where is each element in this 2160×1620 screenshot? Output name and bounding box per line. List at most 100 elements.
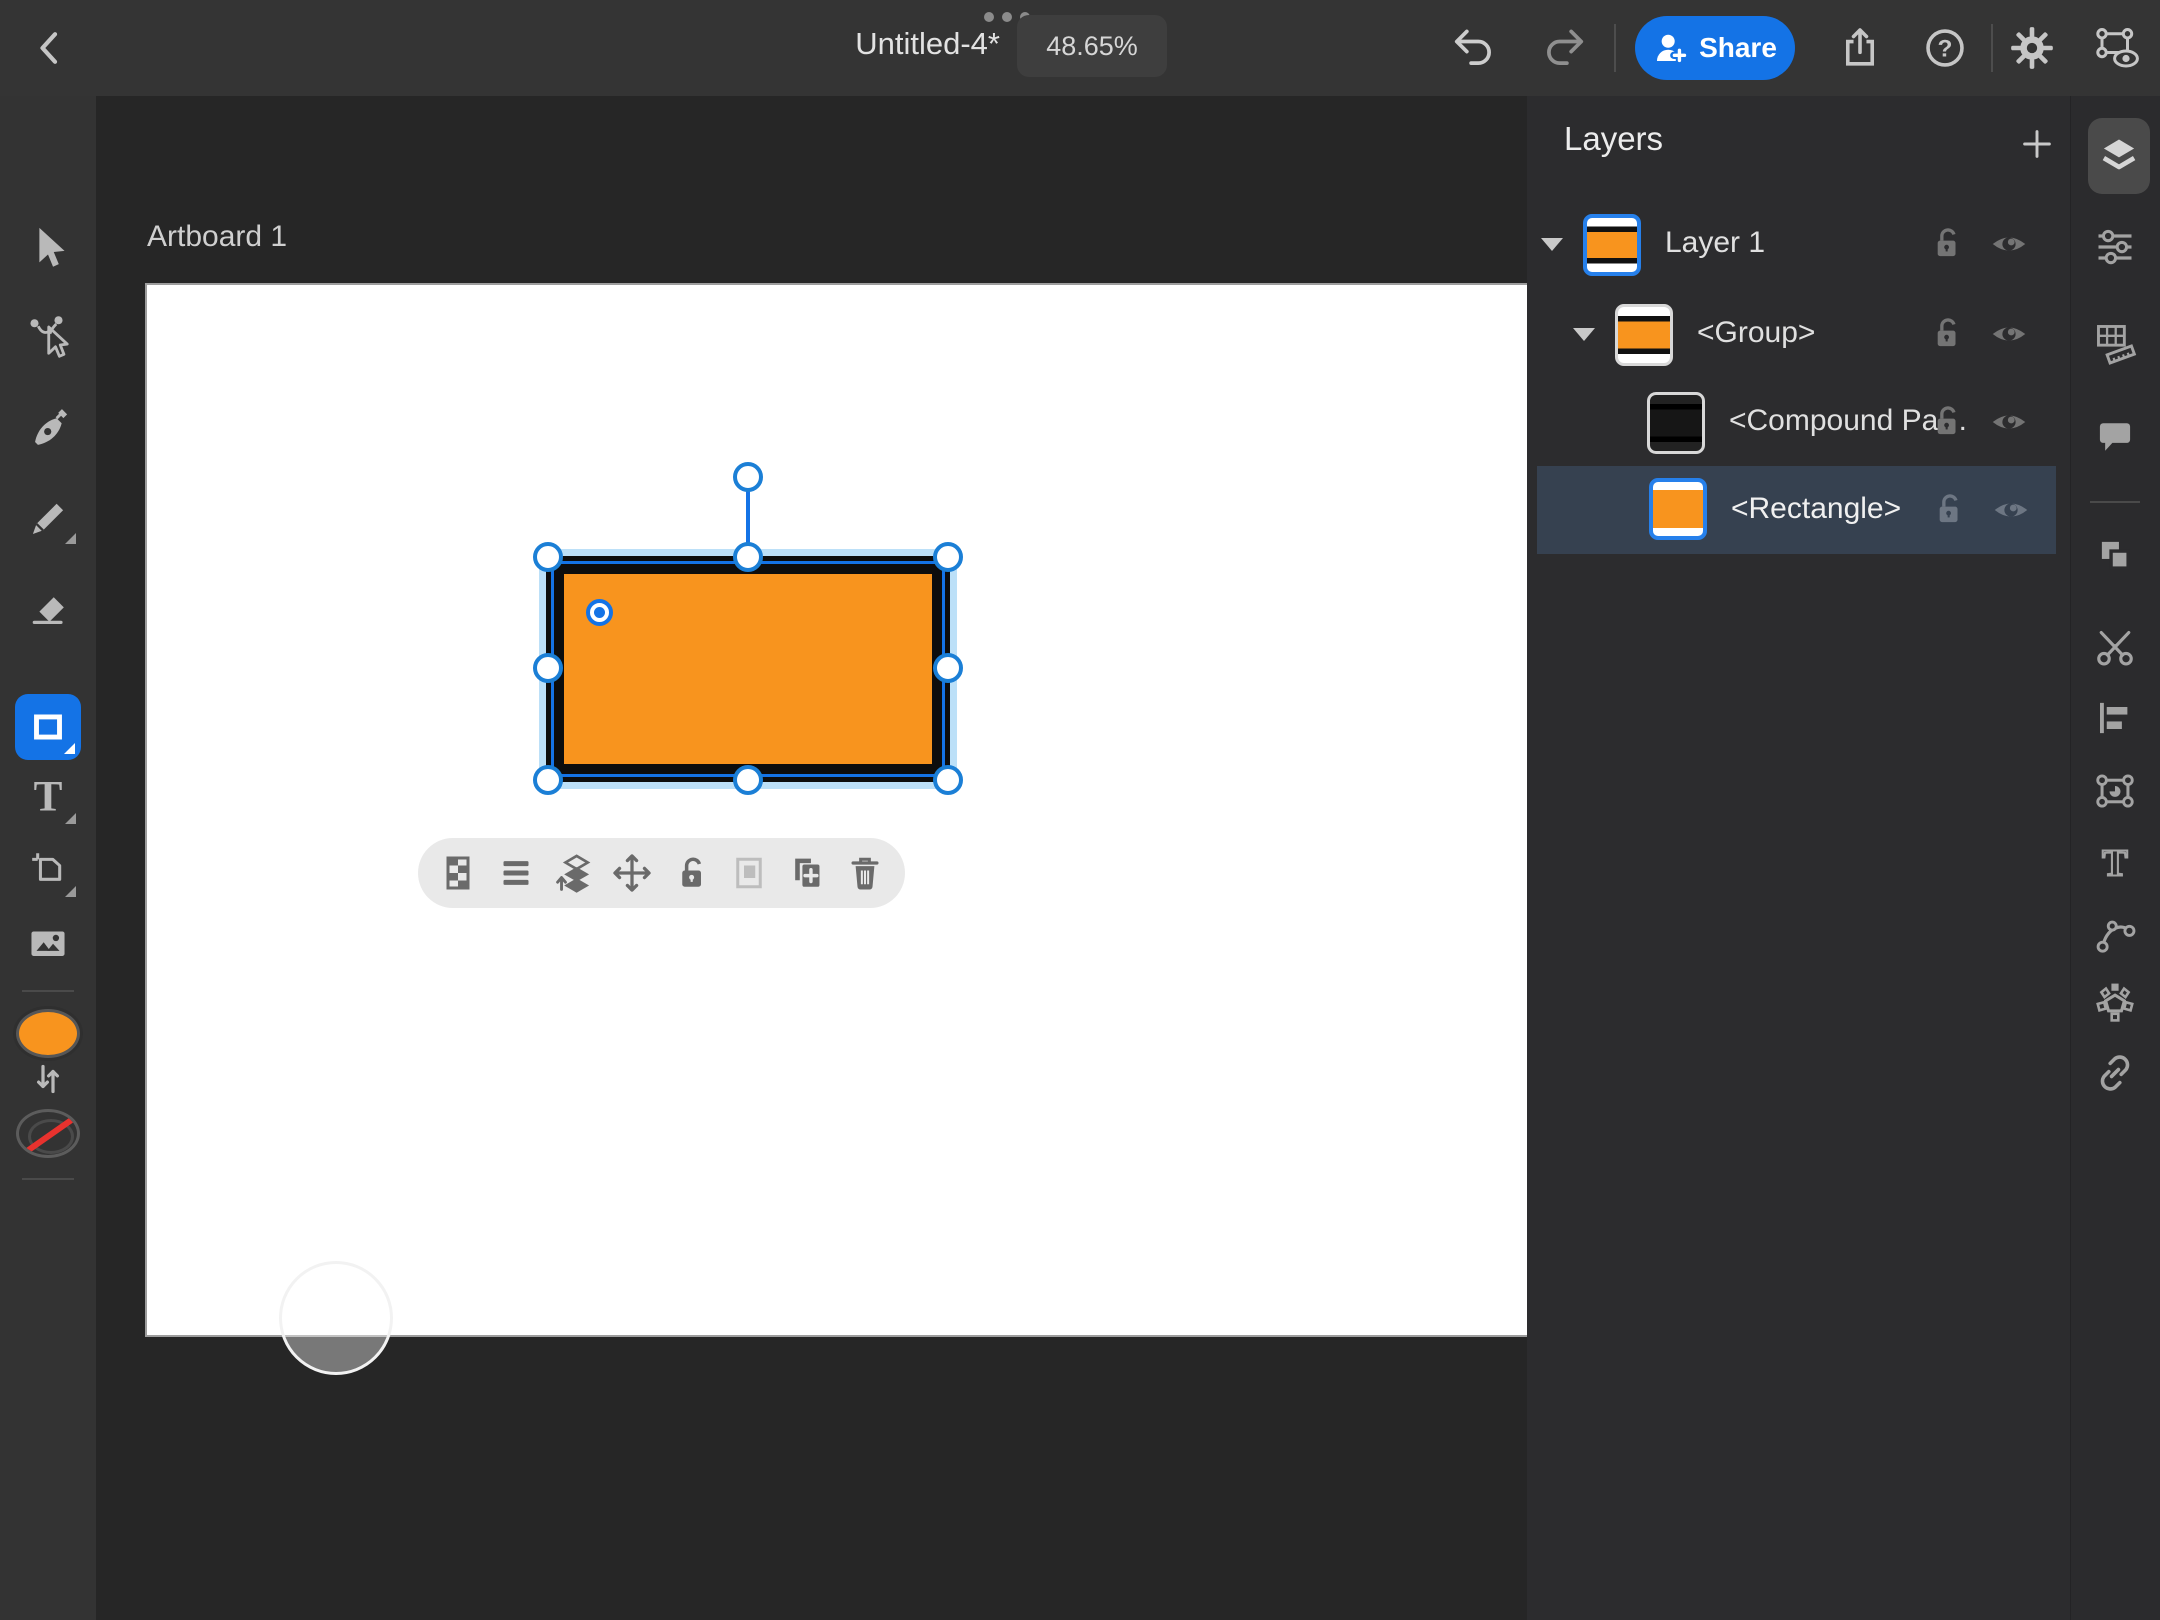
- tool-direct-select[interactable]: [12, 300, 84, 372]
- lock-button[interactable]: [665, 847, 717, 899]
- layer-row-rectangle-selected[interactable]: <Rectangle>: [1537, 466, 2056, 554]
- lock-toggle[interactable]: [1929, 490, 1967, 528]
- tool-artboard[interactable]: [12, 833, 84, 905]
- layer-row-layer1[interactable]: Layer 1: [1527, 200, 2070, 288]
- selection-arrow-icon: [25, 225, 71, 271]
- redo-button[interactable]: [1536, 20, 1592, 76]
- back-button[interactable]: [22, 20, 78, 76]
- tool-rail: T: [0, 96, 96, 1620]
- layer-thumbnail[interactable]: [1649, 478, 1707, 540]
- add-layer-button[interactable]: [2017, 124, 2057, 164]
- share-button[interactable]: Share: [1635, 16, 1795, 80]
- align-left-icon: [2093, 696, 2137, 740]
- undo-button[interactable]: [1446, 20, 1502, 76]
- app-window: Untitled-4* 48.65%: [0, 0, 2160, 1620]
- panel-tab-layers-active[interactable]: [2088, 118, 2150, 194]
- repeat-radial-icon: [2092, 980, 2138, 1026]
- chevron-left-icon: [30, 26, 70, 70]
- direct-selection-icon: [24, 312, 72, 360]
- tool-rectangle-active[interactable]: [15, 694, 81, 760]
- resize-handle-w[interactable]: [533, 653, 563, 683]
- toolbar-divider: [1991, 24, 1993, 72]
- transparency-icon: [438, 853, 478, 893]
- export-button[interactable]: [1832, 20, 1888, 76]
- gear-icon: [2009, 25, 2055, 71]
- resize-handle-e[interactable]: [933, 653, 963, 683]
- panel-tab-align[interactable]: [2092, 695, 2138, 741]
- collapse-triangle-icon[interactable]: [1541, 238, 1563, 251]
- tool-type[interactable]: T: [12, 760, 84, 832]
- tool-image[interactable]: [12, 907, 84, 979]
- layer-thumbnail[interactable]: [1615, 304, 1673, 366]
- lock-toggle[interactable]: [1927, 224, 1965, 262]
- share-label: Share: [1699, 32, 1777, 64]
- tool-pencil[interactable]: [12, 480, 84, 552]
- tool-pen[interactable]: [12, 393, 84, 465]
- stroke-color-well[interactable]: [16, 1109, 80, 1158]
- resize-handle-se[interactable]: [933, 765, 963, 795]
- transform-box-icon: [2092, 768, 2138, 814]
- resize-handle-nw[interactable]: [533, 542, 563, 572]
- preview-mode-button[interactable]: [2089, 20, 2145, 76]
- collapse-triangle-icon[interactable]: [1573, 328, 1595, 341]
- panel-tab-trim[interactable]: [2092, 624, 2138, 670]
- opacity-button[interactable]: [432, 847, 484, 899]
- visibility-toggle[interactable]: [1989, 314, 2029, 354]
- layer-name[interactable]: Layer 1: [1665, 226, 1765, 260]
- layer-row-group[interactable]: <Group>: [1527, 290, 2070, 378]
- toolbar-divider: [1614, 24, 1616, 72]
- resize-handle-s[interactable]: [733, 765, 763, 795]
- panel-tab-properties[interactable]: [2092, 224, 2138, 270]
- panel-tab-path-edit[interactable]: [2092, 912, 2138, 958]
- resize-handle-sw[interactable]: [533, 765, 563, 795]
- lock-toggle[interactable]: [1927, 314, 1965, 352]
- visibility-toggle[interactable]: [1989, 402, 2029, 442]
- panel-tab-combine[interactable]: [2092, 532, 2138, 578]
- multitask-dot: [984, 12, 994, 22]
- resize-handle-n[interactable]: [733, 542, 763, 572]
- move-button[interactable]: [606, 847, 658, 899]
- layer-row-compound-path[interactable]: <Compound Pa…: [1527, 378, 2070, 466]
- artboard[interactable]: [147, 285, 1527, 1335]
- eye-icon: [1989, 224, 2029, 264]
- panel-tab-comments[interactable]: [2092, 414, 2138, 460]
- plus-icon: [2019, 126, 2055, 162]
- fill-color-well[interactable]: [16, 1009, 80, 1058]
- rail-divider: [22, 1178, 74, 1180]
- pen-icon: [25, 406, 71, 452]
- panel-tab-repeat[interactable]: [2092, 980, 2138, 1026]
- layer-thumbnail[interactable]: [1583, 214, 1641, 276]
- properties-button[interactable]: [490, 847, 542, 899]
- swap-fill-stroke[interactable]: [12, 1053, 84, 1105]
- resize-handle-ne[interactable]: [933, 542, 963, 572]
- layer-name[interactable]: <Rectangle>: [1731, 492, 1901, 526]
- arrange-button[interactable]: [548, 847, 600, 899]
- eye-icon: [1991, 490, 2031, 530]
- panel-tab-transform[interactable]: [2092, 768, 2138, 814]
- rotation-handle[interactable]: [733, 462, 763, 492]
- selected-rectangle[interactable]: [564, 574, 932, 764]
- move-arrows-icon: [611, 852, 653, 894]
- svg-text:T: T: [2102, 842, 2128, 884]
- tool-eraser[interactable]: [12, 567, 84, 639]
- multitask-dot: [1002, 12, 1012, 22]
- layer-name[interactable]: <Group>: [1697, 316, 1815, 350]
- anchor-target-dot[interactable]: [586, 599, 613, 626]
- type-outline-icon: T: [2093, 841, 2137, 885]
- duplicate-button[interactable]: [781, 847, 833, 899]
- visibility-toggle[interactable]: [1989, 224, 2029, 264]
- visibility-toggle[interactable]: [1991, 490, 2031, 530]
- layer-thumbnail[interactable]: [1647, 392, 1705, 454]
- zoom-level-control[interactable]: 48.65%: [1017, 15, 1167, 77]
- delete-button[interactable]: [839, 847, 891, 899]
- panel-tab-precision[interactable]: [2092, 320, 2138, 366]
- touch-shortcut[interactable]: [279, 1261, 393, 1375]
- settings-button[interactable]: [2004, 20, 2060, 76]
- artboard-tool-icon: [26, 847, 70, 891]
- help-button[interactable]: ?: [1917, 20, 1973, 76]
- panel-tab-libraries[interactable]: [2092, 1050, 2138, 1096]
- panel-tab-type[interactable]: T: [2092, 840, 2138, 886]
- lock-toggle[interactable]: [1927, 402, 1965, 440]
- artboard-label[interactable]: Artboard 1: [147, 220, 287, 254]
- tool-select[interactable]: [12, 212, 84, 284]
